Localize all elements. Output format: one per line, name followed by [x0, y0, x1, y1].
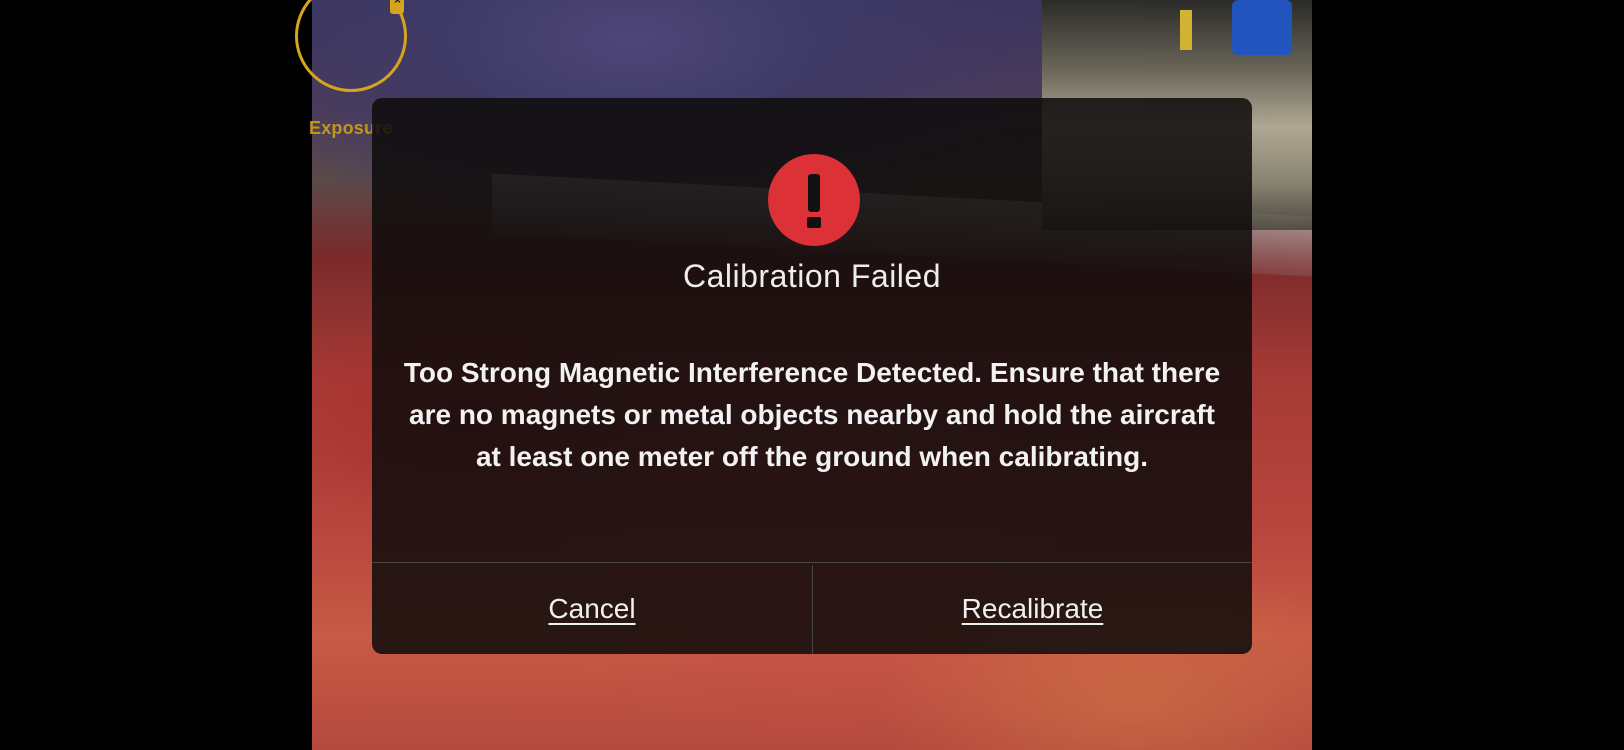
recalibrate-button[interactable]: Recalibrate — [813, 563, 1252, 654]
exposure-dial-ring[interactable] — [295, 0, 407, 92]
alert-exclamation-icon — [768, 154, 860, 246]
alert-icon-dot — [807, 217, 821, 228]
dialog-title: Calibration Failed — [682, 258, 941, 294]
dialog-message: Too Strong Magnetic Interference Detecte… — [403, 357, 1221, 472]
calibration-failed-dialog: Calibration Failed Too Strong Magnetic I… — [372, 98, 1252, 654]
camera-feed-object — [1180, 10, 1192, 50]
alert-icon-bar — [808, 174, 820, 212]
cancel-button[interactable]: Cancel — [372, 563, 812, 654]
close-icon[interactable]: × — [394, 0, 401, 6]
app-screen: × Exposure Calibration Failed Too Strong… — [0, 0, 1624, 750]
camera-feed-object — [1232, 0, 1292, 55]
